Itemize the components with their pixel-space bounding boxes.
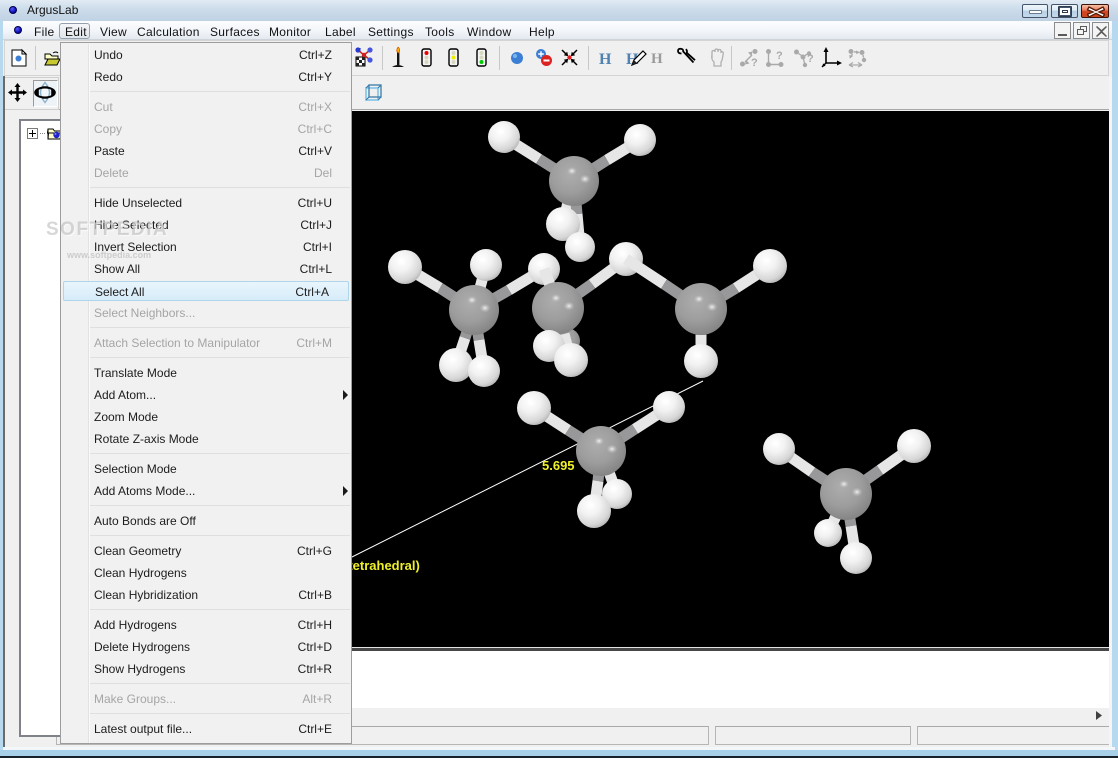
svg-text:H: H	[599, 51, 612, 68]
svg-text:(tetrahedral): (tetrahedral)	[344, 558, 420, 573]
svg-text:?: ?	[807, 53, 814, 65]
svg-text:?: ?	[776, 50, 783, 62]
svg-text:5.695: 5.695	[542, 458, 575, 473]
svg-text:?: ?	[751, 57, 758, 69]
svg-text:H: H	[651, 51, 663, 67]
